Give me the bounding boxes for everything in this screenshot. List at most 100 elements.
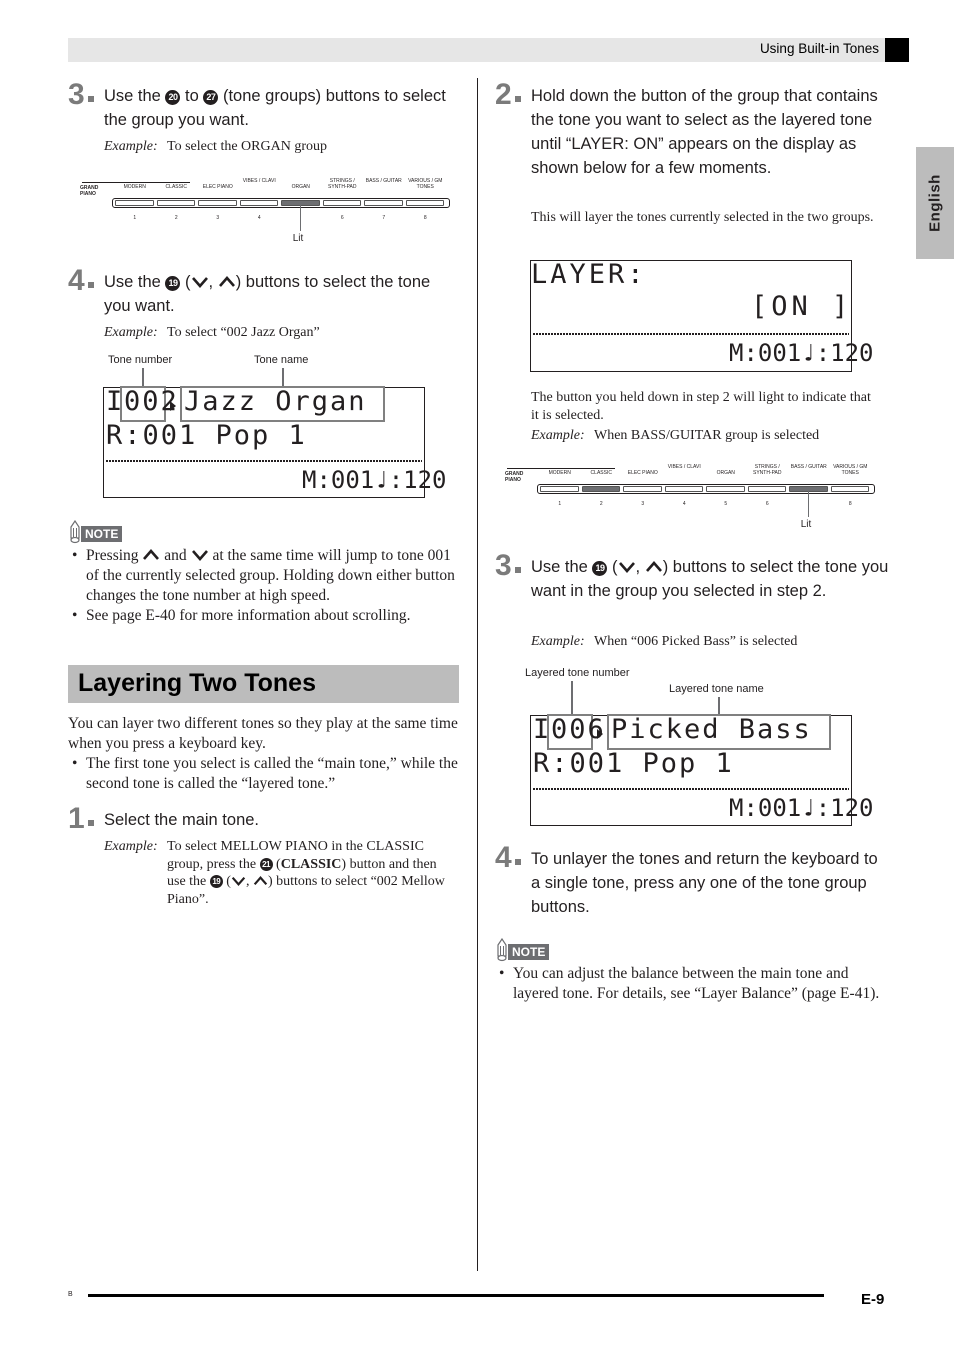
- step-2-subtext: This will layer the tones currently sele…: [531, 210, 874, 225]
- pencil-note-icon: [68, 520, 82, 544]
- chevron-down-icon: [191, 276, 209, 288]
- button-ref-icon: 19: [209, 875, 223, 888]
- tone-group-button-strip: [112, 198, 450, 208]
- tone-group-label: CLASSIC: [590, 470, 612, 476]
- tone-group-number: 8: [848, 501, 852, 507]
- step-text: To unlayer the tones and return the keyb…: [531, 850, 878, 916]
- tone-group-label: ORGAN: [291, 184, 310, 190]
- callout-line: [142, 368, 144, 386]
- footer-rule: [88, 1294, 824, 1297]
- tone-group-label: ORGAN: [716, 470, 735, 476]
- tone-group-button[interactable]: [623, 486, 662, 492]
- lcd-divider: [106, 460, 422, 462]
- lcd-status: M:001♩:120: [302, 466, 447, 494]
- text-fragment: Pressing: [86, 547, 143, 564]
- chevron-up-icon: [142, 549, 160, 561]
- tone-group-button[interactable]: [405, 200, 444, 206]
- text-fragment: (: [607, 558, 618, 576]
- tone-group-button[interactable]: [706, 486, 745, 492]
- text-fragment: Use the: [531, 558, 593, 576]
- lit-indicator-line: [299, 203, 301, 231]
- lcd-layer-label: LAYER:: [531, 259, 647, 290]
- tone-group-button[interactable]: [156, 200, 195, 206]
- tone-group-button[interactable]: [830, 486, 869, 492]
- play-arrow-icon: [597, 729, 603, 739]
- footer-marker: B: [68, 1291, 73, 1298]
- note-list: You can adjust the balance between the m…: [495, 964, 880, 1004]
- step-number: 2: [495, 78, 521, 112]
- tone-group-label: VIBES / CLAVI: [242, 178, 276, 184]
- tone-group-button[interactable]: [198, 200, 237, 206]
- lcd-display-layer-on: LAYER: [ON ] M:001♩:120: [530, 259, 874, 372]
- tone-group-button[interactable]: [664, 486, 703, 492]
- tone-group-number: 7: [382, 215, 386, 221]
- tone-group-label: BASS / GUITAR: [790, 464, 827, 470]
- example-label: Example:: [104, 139, 158, 154]
- text-fragment: ,: [245, 874, 253, 889]
- example-bass-guitar: Example: When BASS/GUITAR group is select…: [531, 427, 876, 445]
- tone-group-button[interactable]: [581, 486, 620, 492]
- step-number: 3: [68, 78, 94, 112]
- tone-group-label: MODERN: [123, 184, 146, 190]
- tone-group-label: STRINGS / SYNTH-PAD: [327, 178, 357, 190]
- note-list: Pressing and at the same time will jump …: [68, 546, 460, 626]
- callout-line: [282, 368, 284, 386]
- step-number: 1: [68, 802, 94, 836]
- tone-group-number: 8: [423, 215, 427, 221]
- note-bullet: You can adjust the balance between the m…: [495, 964, 880, 1004]
- button-ref-icon: 19: [165, 276, 181, 291]
- group-bracket-line: [507, 468, 615, 469]
- tone-group-number: 1: [133, 215, 137, 221]
- header-marker-block: [885, 38, 909, 62]
- chevron-up-icon: [253, 876, 268, 886]
- tone-group-label: CLASSIC: [165, 184, 187, 190]
- text-fragment: ,: [635, 558, 645, 576]
- lcd-divider: [533, 333, 849, 335]
- grand-piano-label: GRAND PIANO: [80, 185, 99, 197]
- tone-group-button[interactable]: [322, 200, 361, 206]
- lcd-second-row: R:001 Pop 1: [106, 420, 307, 451]
- tone-group-button[interactable]: [239, 200, 278, 206]
- example-jazz-organ: Example: To select “002 Jazz Organ”: [104, 324, 464, 342]
- callout-tone-name: Tone name: [254, 354, 309, 366]
- text-fragment: ,: [208, 273, 218, 291]
- text-fragment: (: [272, 856, 281, 872]
- note-label: NOTE: [81, 526, 123, 542]
- example-text: When “006 Picked Bass” is selected: [594, 634, 798, 649]
- example-label: Example:: [531, 428, 585, 443]
- tone-group-number: 5: [724, 501, 728, 507]
- callout-line: [571, 681, 573, 715]
- text-fragment: Use the: [104, 87, 166, 105]
- tone-group-number: 2: [174, 215, 178, 221]
- tone-group-number: 4: [682, 501, 686, 507]
- callout-tone-number: Tone number: [108, 354, 173, 366]
- callout-layered-tone-name: Layered tone name: [669, 683, 764, 695]
- tone-group-number: 3: [641, 501, 645, 507]
- step-text: Select the main tone.: [104, 811, 260, 829]
- example-text: To select the ORGAN group: [167, 139, 327, 154]
- text-fragment-bold: CLASSIC: [280, 856, 342, 872]
- note-bullet: Pressing and at the same time will jump …: [68, 546, 460, 606]
- grand-piano-label: GRAND PIANO: [505, 471, 524, 483]
- chevron-up-icon: [645, 561, 663, 573]
- lcd-status: M:001♩:120: [729, 794, 874, 822]
- page-number: E-9: [861, 1291, 885, 1308]
- tone-group-number: 1: [558, 501, 562, 507]
- step-text: Use the 19 (, ) buttons to select the to…: [104, 270, 458, 318]
- tone-group-button[interactable]: [115, 200, 154, 206]
- example-text: To select “002 Jazz Organ”: [167, 325, 320, 340]
- lcd-layer-value: [ON ]: [751, 291, 853, 322]
- tone-group-label: STRINGS / SYNTH-PAD: [752, 464, 782, 476]
- tone-group-button[interactable]: [747, 486, 786, 492]
- chevron-down-icon: [618, 561, 636, 573]
- tone-group-label: ELEC PIANO: [202, 184, 233, 190]
- step-text: Use the 20 to 27 (tone groups) buttons t…: [104, 84, 458, 132]
- tone-group-button[interactable]: [364, 200, 403, 206]
- tone-group-number: 2: [599, 501, 603, 507]
- tone-group-label: VARIOUS / GM TONES: [833, 464, 868, 476]
- example-organ: Example: To select the ORGAN group: [104, 138, 464, 156]
- tone-group-button[interactable]: [540, 486, 579, 492]
- example-text: When BASS/GUITAR group is selected: [594, 428, 820, 443]
- lit-indicator-line: [807, 489, 809, 517]
- intro-paragraph: You can layer two different tones so the…: [68, 715, 458, 752]
